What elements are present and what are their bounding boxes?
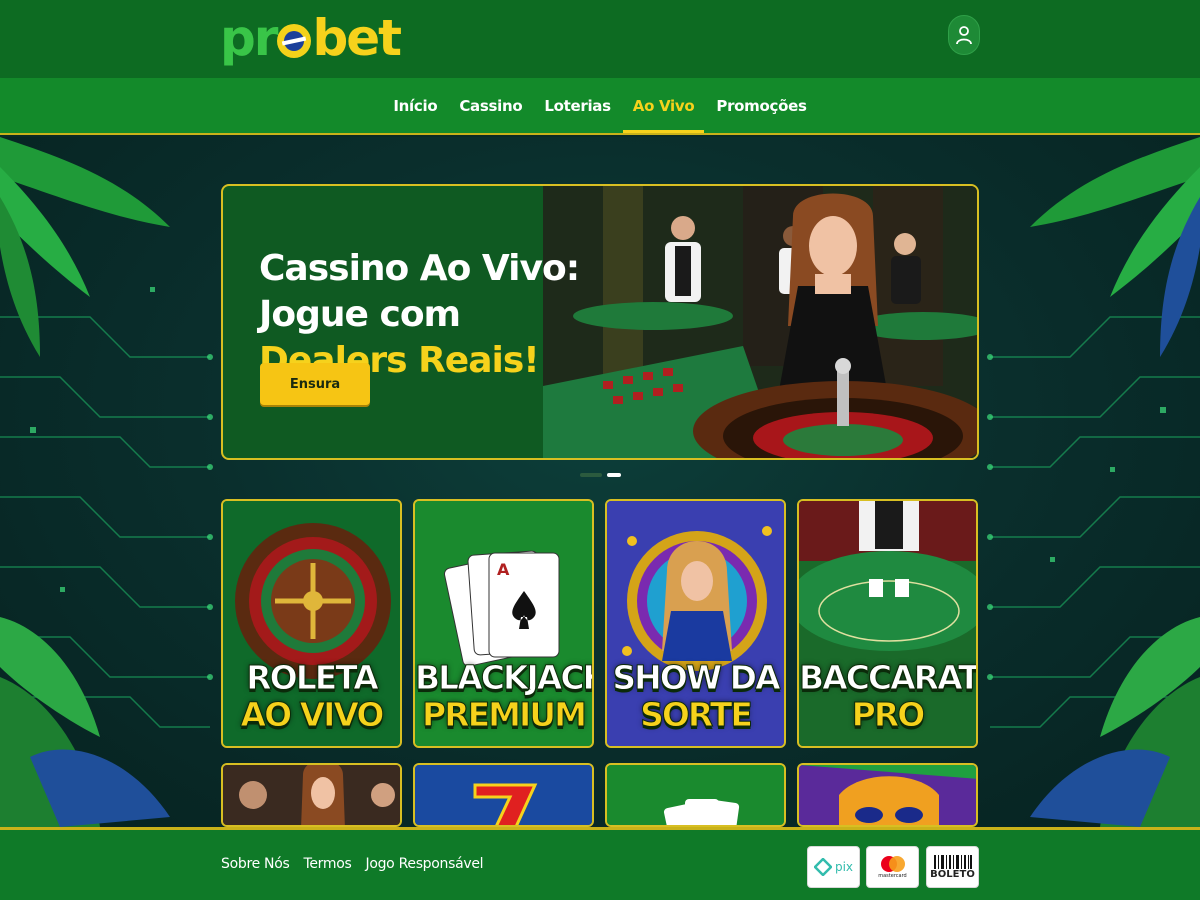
hero-title-main: Cassino Ao Vivo: Jogue com — [259, 248, 580, 335]
nav-inicio[interactable]: Início — [393, 79, 437, 133]
game-title-line2: PRO — [851, 695, 926, 734]
footer-link-sobre-nos[interactable]: Sobre Nós — [221, 856, 290, 872]
game-card-label: BLACKJACK PREMIUM — [415, 658, 594, 734]
game-title-line1: SHOW DA — [612, 658, 781, 697]
footer-links: Sobre Nós Termos Jogo Responsável — [221, 856, 484, 872]
footer-link-termos[interactable]: Termos — [303, 856, 351, 872]
game-card-slot-777[interactable] — [413, 763, 594, 827]
pix-icon — [813, 858, 832, 876]
nav-cassino[interactable]: Cassino — [459, 79, 522, 133]
user-account-button[interactable] — [948, 15, 980, 55]
carousel-indicators — [580, 473, 621, 477]
svg-text:A: A — [497, 560, 510, 579]
top-header: pr bet — [0, 0, 1200, 78]
footer: Sobre Nós Termos Jogo Responsável pix ma… — [0, 827, 1200, 900]
game-title-line2: SORTE — [640, 695, 754, 734]
carnival-mask-icon — [799, 765, 976, 825]
nav-ao-vivo[interactable]: Ao Vivo — [622, 79, 704, 133]
boleto-payment-logo: BOLETO — [926, 846, 979, 888]
hero-cta-button[interactable]: Ensura — [260, 363, 370, 405]
mastercard-label: mastercard — [878, 873, 907, 879]
game-card-show-da-sorte[interactable]: SHOW DA SORTE — [605, 499, 786, 748]
nav-loterias[interactable]: Loterias — [544, 79, 611, 133]
main-nav: Início Cassino Loterias Ao Vivo Promoçõe… — [0, 78, 1200, 135]
pix-payment-logo: pix — [807, 846, 860, 888]
hero-banner[interactable]: Cassino Ao Vivo: Jogue com Dealers Reais… — [221, 184, 979, 460]
game-card-label: ROLETA AO VIVO — [223, 658, 400, 734]
game-title-line1: BLACKJACK — [415, 658, 594, 697]
game-card-label: SHOW DA SORTE — [607, 658, 784, 734]
logo-text-right: bet — [312, 9, 402, 67]
game-card-blackjack[interactable]: A BLACKJACK PREMIUM — [413, 499, 594, 748]
palm-leaves-right — [1030, 137, 1200, 827]
brazil-globe-icon — [277, 24, 312, 58]
game-card-baccarat[interactable]: BACCARAT PRO — [797, 499, 978, 748]
user-icon — [956, 26, 972, 45]
game-title-line1: ROLETA — [246, 658, 380, 697]
game-card-cards[interactable] — [605, 763, 786, 827]
palm-leaves-left — [0, 137, 170, 827]
carousel-dot-2[interactable] — [607, 473, 621, 477]
game-card-label: BACCARAT PRO — [799, 658, 978, 734]
game-card-roleta[interactable]: ROLETA AO VIVO — [221, 499, 402, 748]
barcode-icon — [933, 854, 972, 869]
mastercard-icon — [880, 856, 905, 872]
lucky-seven-icon — [415, 765, 592, 825]
nav-promocoes[interactable]: Promoções — [716, 79, 807, 133]
game-title-line2: PREMIUM — [422, 695, 588, 734]
pix-label: pix — [834, 860, 854, 874]
carousel-dot-1[interactable] — [580, 473, 602, 477]
logo-text-left: pr — [220, 9, 278, 67]
probet-logo[interactable]: pr bet — [220, 8, 402, 68]
playing-cards-icon-2 — [607, 765, 784, 825]
mastercard-payment-logo: mastercard — [866, 846, 919, 888]
game-card-carnaval[interactable] — [797, 763, 978, 827]
game-card-live-dealer[interactable] — [221, 763, 402, 827]
game-title-line2: AO VIVO — [240, 695, 385, 734]
boleto-label: BOLETO — [930, 868, 975, 880]
game-title-line1: BACCARAT — [799, 658, 978, 697]
footer-link-jogo-responsavel[interactable]: Jogo Responsável — [365, 856, 483, 872]
live-dealer-thumbnail — [223, 765, 400, 825]
